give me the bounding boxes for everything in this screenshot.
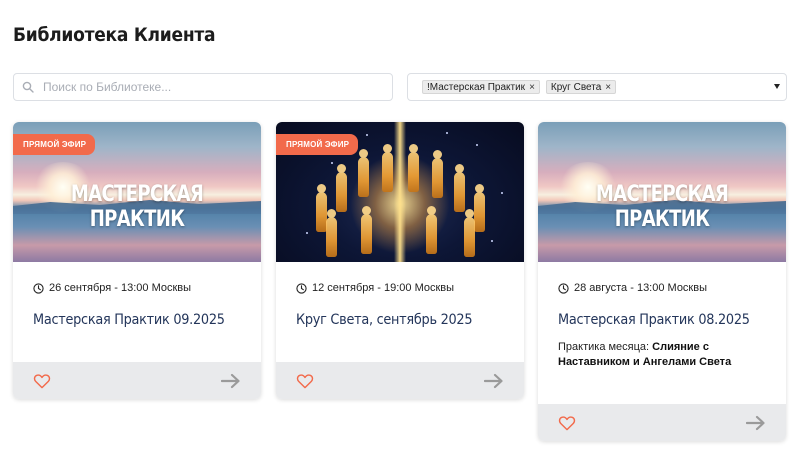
card-footer (276, 362, 524, 399)
filter-tag-label: Круг Света (550, 81, 602, 93)
search-input[interactable] (43, 80, 373, 94)
card-image-title: МАСТЕРСКАЯ ПРАКТИК (70, 182, 204, 232)
heart-icon[interactable] (558, 415, 576, 431)
card-footer (538, 404, 786, 441)
caret-down-icon[interactable] (774, 84, 780, 89)
card-date: 28 августа - 13:00 Москвы (558, 282, 766, 294)
clock-icon (558, 282, 569, 294)
arrow-right-icon[interactable] (484, 373, 504, 389)
card-title[interactable]: Круг Света, сентябрь 2025 (296, 312, 487, 328)
live-badge: ПРЯМОЙ ЭФИР (276, 134, 359, 155)
clock-icon (33, 282, 44, 294)
card-image[interactable]: МАСТЕРСКАЯ ПРАКТИК (538, 122, 786, 262)
card-date: 12 сентября - 19:00 Москвы (296, 282, 504, 294)
search-box[interactable] (13, 73, 393, 101)
card-image-title: МАСТЕРСКАЯ ПРАКТИК (595, 182, 729, 232)
clock-icon (296, 282, 307, 294)
card-title[interactable]: Мастерская Практик 08.2025 (558, 312, 750, 328)
search-icon (22, 81, 34, 93)
filter-tag-label: !Мастерская Практик (427, 81, 526, 93)
card-date-text: 12 сентября - 19:00 Москвы (312, 282, 455, 294)
filter-tag: Круг Света × (545, 80, 617, 94)
filter-tag: !Мастерская Практик × (422, 80, 540, 94)
filter-select[interactable]: !Мастерская Практик × Круг Света × (407, 73, 787, 101)
card-date-text: 28 августа - 13:00 Москвы (574, 282, 707, 294)
card-date-text: 26 сентября - 13:00 Москвы (49, 282, 192, 294)
card-description: Практика месяца: Слияние с Наставником и… (558, 340, 766, 370)
page-title: Библиотека Клиента (13, 24, 216, 46)
card-footer (13, 362, 261, 399)
library-card[interactable]: МАСТЕРСКАЯ ПРАКТИК ПРЯМОЙ ЭФИР 26 сентяб… (13, 122, 261, 399)
arrow-right-icon[interactable] (746, 415, 766, 431)
card-image[interactable]: МАСТЕРСКАЯ ПРАКТИК ПРЯМОЙ ЭФИР (13, 122, 261, 262)
card-description-prefix: Практика месяца: (558, 341, 653, 353)
remove-tag-icon[interactable]: × (605, 82, 611, 93)
card-title[interactable]: Мастерская Практик 09.2025 (33, 312, 225, 328)
live-badge: ПРЯМОЙ ЭФИР (13, 134, 96, 155)
library-card[interactable]: ПРЯМОЙ ЭФИР 12 сентября - 19:00 Москвы К… (276, 122, 524, 399)
card-date: 26 сентября - 13:00 Москвы (33, 282, 241, 294)
arrow-right-icon[interactable] (221, 373, 241, 389)
library-card[interactable]: МАСТЕРСКАЯ ПРАКТИК 28 августа - 13:00 Мо… (538, 122, 786, 441)
heart-icon[interactable] (33, 373, 51, 389)
heart-icon[interactable] (296, 373, 314, 389)
card-image[interactable]: ПРЯМОЙ ЭФИР (276, 122, 524, 262)
remove-tag-icon[interactable]: × (529, 82, 535, 93)
